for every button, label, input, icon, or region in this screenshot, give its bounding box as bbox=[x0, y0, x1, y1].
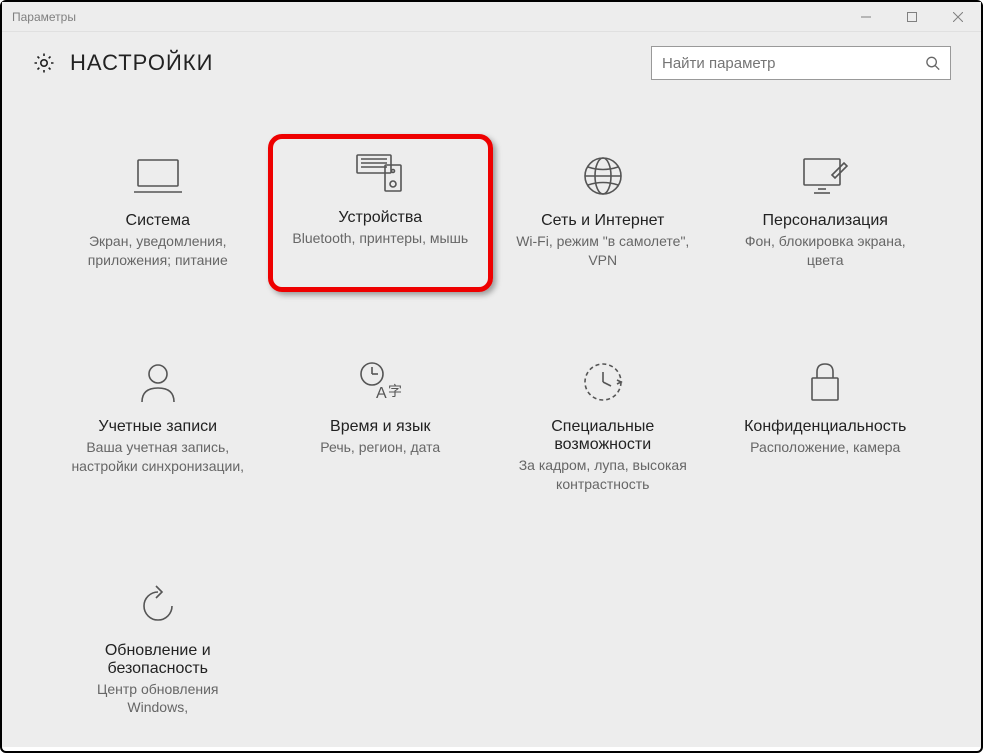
search-box[interactable] bbox=[651, 46, 951, 80]
tile-title: Учетные записи bbox=[98, 418, 217, 436]
svg-text:A: A bbox=[376, 385, 387, 402]
system-icon bbox=[132, 152, 184, 200]
window-title: Параметры bbox=[12, 10, 76, 24]
tile-desc: Экран, уведомления, приложения; питание bbox=[68, 232, 248, 270]
close-button[interactable] bbox=[935, 2, 981, 31]
tile-desc: Ваша учетная запись, настройки синхрониз… bbox=[68, 438, 248, 476]
personalization-icon bbox=[800, 152, 850, 200]
tile-title: Устройства bbox=[338, 209, 422, 227]
svg-text:字: 字 bbox=[388, 383, 402, 399]
tile-title: Специальные возможности bbox=[503, 418, 704, 454]
search-input[interactable] bbox=[662, 55, 925, 72]
minimize-icon bbox=[861, 12, 871, 22]
tile-network[interactable]: Сеть и Интернет Wi-Fi, режим "в самолете… bbox=[497, 148, 710, 274]
tile-desc: Bluetooth, принтеры, мышь bbox=[292, 229, 468, 248]
devices-icon bbox=[353, 149, 407, 197]
tile-title: Обновление и безопасность bbox=[58, 642, 259, 678]
close-icon bbox=[953, 12, 963, 22]
maximize-icon bbox=[907, 12, 917, 22]
titlebar: Параметры bbox=[2, 2, 981, 32]
tile-title: Сеть и Интернет bbox=[541, 212, 664, 230]
header: НАСТРОЙКИ bbox=[2, 32, 981, 98]
tile-personalization[interactable]: Персонализация Фон, блокировка экрана, ц… bbox=[719, 148, 932, 274]
tile-ease-of-access[interactable]: Специальные возможности За кадром, лупа,… bbox=[497, 354, 710, 498]
globe-icon bbox=[581, 152, 625, 200]
tile-privacy[interactable]: Конфиденциальность Расположение, камера bbox=[719, 354, 932, 498]
minimize-button[interactable] bbox=[843, 2, 889, 31]
tile-desc: Фон, блокировка экрана, цвета bbox=[735, 232, 915, 270]
tile-desc: Расположение, камера bbox=[750, 438, 900, 457]
tile-title: Время и язык bbox=[330, 418, 430, 436]
page-title: НАСТРОЙКИ bbox=[70, 50, 213, 76]
header-left: НАСТРОЙКИ bbox=[32, 50, 213, 76]
accounts-icon bbox=[137, 358, 179, 406]
content-area: Система Экран, уведомления, приложения; … bbox=[2, 98, 981, 747]
tile-time-language[interactable]: A 字 Время и язык Речь, регион, дата bbox=[274, 354, 487, 498]
tile-desc: Речь, регион, дата bbox=[320, 438, 440, 457]
window-controls bbox=[843, 2, 981, 31]
gear-icon bbox=[32, 51, 56, 75]
update-icon bbox=[136, 582, 180, 630]
time-language-icon: A 字 bbox=[356, 358, 404, 406]
tile-title: Система bbox=[126, 212, 190, 230]
tile-title: Персонализация bbox=[763, 212, 888, 230]
maximize-button[interactable] bbox=[889, 2, 935, 31]
tile-devices[interactable]: Устройства Bluetooth, принтеры, мышь bbox=[268, 134, 493, 292]
tile-title: Конфиденциальность bbox=[744, 418, 906, 436]
tile-accounts[interactable]: Учетные записи Ваша учетная запись, наст… bbox=[52, 354, 265, 498]
settings-grid: Система Экран, уведомления, приложения; … bbox=[52, 148, 932, 721]
tile-system[interactable]: Система Экран, уведомления, приложения; … bbox=[52, 148, 265, 274]
search-icon bbox=[925, 55, 940, 71]
tile-desc: За кадром, лупа, высокая контрастность bbox=[513, 456, 693, 494]
tile-desc: Центр обновления Windows, bbox=[68, 680, 248, 718]
tile-update-security[interactable]: Обновление и безопасность Центр обновлен… bbox=[52, 578, 265, 722]
tile-desc: Wi-Fi, режим "в самолете", VPN bbox=[513, 232, 693, 270]
ease-of-access-icon bbox=[581, 358, 625, 406]
lock-icon bbox=[806, 358, 844, 406]
